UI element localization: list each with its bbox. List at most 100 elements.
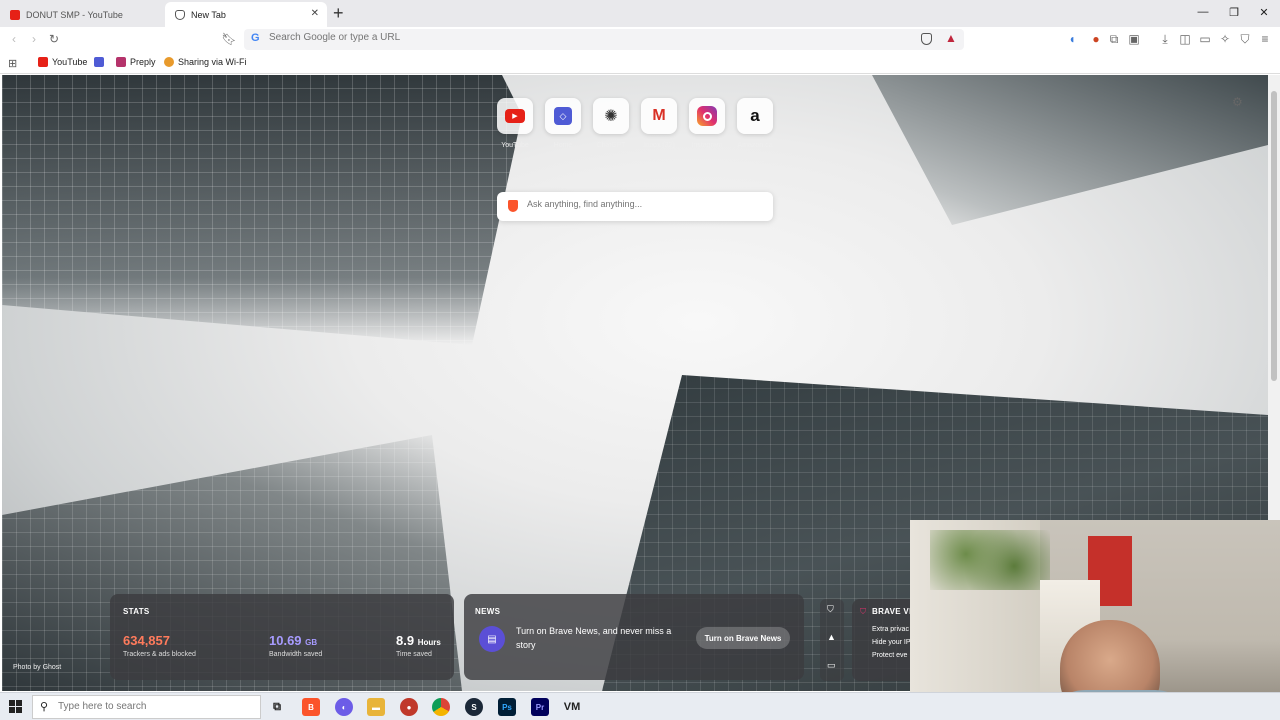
shortcut-gmail[interactable]: M — [641, 98, 677, 134]
vpn-icon[interactable]: ⛉ — [1237, 32, 1253, 46]
youtube-icon: ▶ — [505, 109, 525, 123]
photoshop-icon[interactable]: Ps — [498, 698, 516, 716]
search-icon: ⚲ — [40, 701, 49, 713]
omnibox-input[interactable] — [269, 32, 869, 43]
gmail-icon: M — [652, 107, 666, 124]
app-icon[interactable]: ◐ — [335, 698, 353, 716]
brave-shield-icon — [175, 9, 185, 20]
steam-icon[interactable]: S — [465, 698, 483, 716]
brave-rewards-icon[interactable]: ▲ — [945, 31, 957, 45]
reload-button[interactable]: ↻ — [46, 32, 62, 46]
trackers-label: Trackers & ads blocked — [123, 651, 196, 658]
taskbar-search-input[interactable] — [58, 701, 248, 712]
shortcut-label: Instagram — [691, 142, 723, 149]
premiere-icon[interactable]: Pr — [531, 698, 549, 716]
omnibox[interactable]: G ▲ — [244, 29, 964, 50]
chatgpt-icon: ✺ — [604, 108, 618, 125]
bookmark-label: Sharing via Wi-Fi — [178, 57, 247, 67]
youtube-icon — [38, 57, 48, 67]
vm-icon[interactable]: VM — [563, 698, 581, 716]
brave-logo-icon — [508, 200, 518, 212]
wallet-icon[interactable]: ▭ — [1197, 32, 1213, 46]
google-icon: G — [251, 32, 260, 44]
tab-label: DONUT SMP - YouTube — [26, 9, 123, 20]
bookmark-wifi-sharing[interactable]: Sharing via Wi-Fi — [164, 57, 247, 67]
shortcut-label: ChatGPT — [596, 142, 626, 149]
extensions-icon[interactable]: ⧉ — [1106, 32, 1122, 46]
tab-label: New Tab — [191, 9, 226, 20]
audio-icon[interactable]: ◖ — [1064, 32, 1080, 46]
apps-icon[interactable]: ⊞ — [8, 57, 17, 70]
menu-icon[interactable]: ≡ — [1257, 32, 1273, 46]
time-label: Time saved — [396, 651, 432, 658]
file-explorer-icon[interactable]: ▬ — [367, 698, 385, 716]
roblox-icon — [94, 57, 104, 67]
vpn-item: Extra privac — [872, 626, 909, 633]
vpn-widget-icon[interactable]: ⛉ — [827, 604, 834, 615]
bandwidth-number: 10.69 — [269, 633, 302, 648]
shortcut-chatgpt[interactable]: ✺ — [593, 98, 629, 134]
app-red-icon[interactable]: ● — [400, 698, 418, 716]
instagram-icon — [697, 106, 717, 126]
news-text: Turn on Brave News, and never miss a sto… — [516, 626, 672, 650]
vpn-icon: ⛉ — [860, 607, 866, 616]
preply-icon — [116, 57, 126, 67]
bookmark-roblox[interactable] — [94, 57, 108, 67]
shortcut-youtube[interactable]: ▶ — [497, 98, 533, 134]
wifi-share-icon — [164, 57, 174, 67]
extension-red-icon[interactable]: ● — [1088, 32, 1104, 46]
vpn-item: Hide your IP — [872, 639, 911, 646]
news-card: NEWS ▤ Turn on Brave News, and never mis… — [464, 594, 804, 680]
forward-button[interactable]: › — [26, 32, 42, 46]
shortcut-instagram[interactable] — [689, 98, 725, 134]
talk-widget-icon[interactable]: ▭ — [827, 660, 836, 671]
brave-shield-icon[interactable] — [921, 33, 932, 45]
screenshot-icon[interactable]: ▣ — [1126, 32, 1142, 46]
minimize-button[interactable]: — — [1193, 6, 1213, 18]
scrollbar-thumb[interactable] — [1271, 91, 1277, 381]
tab-new-tab[interactable]: New Tab ✕ — [165, 2, 327, 27]
chrome-icon[interactable] — [432, 698, 450, 716]
close-icon[interactable]: ✕ — [311, 8, 319, 19]
time-number: 8.9 — [396, 633, 415, 648]
shortcut-label: Inbox (32) — [643, 142, 675, 149]
bookmark-preply[interactable]: Preply — [116, 57, 156, 67]
widget-switcher: ⛉ ▲ ▭ — [820, 599, 844, 681]
toolbar: ‹ › ↻ 🔖︎ G ▲ ◖ ● ⧉ ▣ ⤓ ◫ ▭ ✧ ⛉ ≡ — [0, 27, 1280, 52]
stats-title: STATS — [123, 607, 150, 616]
background-building — [872, 75, 1268, 225]
sidebar-icon[interactable]: ◫ — [1177, 32, 1193, 46]
close-window-button[interactable]: ✕ — [1254, 6, 1274, 19]
trackers-value: 634,857 — [123, 633, 170, 648]
bandwidth-unit: GB — [305, 638, 318, 647]
back-button[interactable]: ‹ — [6, 32, 22, 46]
leo-ai-icon[interactable]: ✧ — [1217, 32, 1233, 46]
news-title: NEWS — [475, 607, 501, 616]
search-box[interactable] — [497, 192, 773, 221]
rewards-widget-icon[interactable]: ▲ — [827, 632, 836, 642]
download-icon[interactable]: ⤓ — [1157, 32, 1173, 46]
restore-button[interactable]: ❐ — [1224, 6, 1244, 19]
taskbar-search[interactable]: ⚲ — [32, 695, 261, 719]
vpn-title: BRAVE VP — [872, 607, 915, 616]
youtube-icon — [10, 9, 20, 20]
taskbar: ⚲ ⧉ B ◐ ▬ ● S Ps Pr VM — [0, 692, 1280, 720]
bookmark-youtube[interactable]: YouTube — [38, 57, 87, 67]
shortcut-home[interactable]: ◇ — [545, 98, 581, 134]
windows-start-icon[interactable] — [9, 700, 22, 713]
gear-icon[interactable]: ⚙ — [1232, 95, 1243, 109]
shortcut-label: Home — [553, 142, 573, 149]
new-tab-button[interactable]: + — [333, 4, 344, 22]
turn-on-news-button[interactable]: Turn on Brave News — [696, 627, 790, 649]
task-view-icon[interactable]: ⧉ — [268, 698, 286, 716]
vpn-item: Protect eve — [872, 652, 908, 659]
brave-taskbar-icon[interactable]: B — [302, 698, 320, 716]
tab-youtube[interactable]: DONUT SMP - YouTube — [0, 2, 165, 27]
time-unit: Hours — [417, 638, 441, 647]
search-input[interactable] — [527, 199, 757, 209]
bookmark-icon[interactable]: 🔖︎ — [221, 32, 237, 46]
webcam-overlay — [910, 520, 1280, 720]
roblox-icon: ◇ — [554, 107, 572, 125]
shortcut-amazon[interactable]: a — [737, 98, 773, 134]
shortcut-label: Amazon.ca — [737, 142, 773, 149]
